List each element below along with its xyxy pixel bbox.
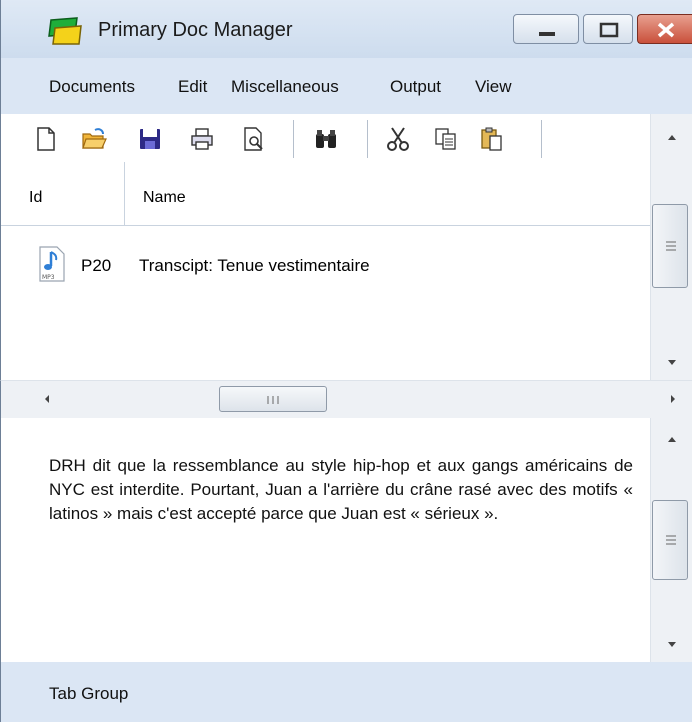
text-vertical-scrollbar[interactable] [650, 418, 692, 662]
main-window: Primary Doc Manager Documents Edit Misce… [0, 0, 692, 722]
table-vertical-scrollbar[interactable] [650, 114, 692, 380]
scroll-up-icon[interactable] [651, 120, 692, 150]
scrollbar-thumb[interactable] [652, 500, 688, 580]
scroll-left-icon[interactable] [37, 389, 57, 409]
table-horizontal-scrollbar[interactable] [0, 380, 692, 418]
scroll-right-icon[interactable] [663, 389, 683, 409]
scroll-up-icon[interactable] [651, 422, 692, 452]
maximize-icon [599, 22, 619, 38]
menu-output[interactable]: Output [390, 77, 441, 97]
column-header-id[interactable]: Id [1, 162, 125, 226]
menu-miscellaneous[interactable]: Miscellaneous [231, 77, 339, 97]
scroll-down-icon[interactable] [651, 630, 692, 660]
grip-icon [267, 396, 279, 404]
scrollbar-thumb[interactable] [219, 386, 327, 412]
menu-documents[interactable]: Documents [49, 77, 135, 97]
tab-group-bar: Tab Group [0, 662, 692, 722]
grip-icon [666, 535, 676, 545]
copy-icon[interactable] [433, 126, 459, 152]
column-header-label: Id [29, 189, 43, 206]
window-title: Primary Doc Manager [98, 19, 293, 41]
minimize-icon [539, 32, 555, 36]
document-text-panel[interactable]: DRH dit que la ressemblance au style hip… [0, 418, 651, 662]
document-table: Id Name MP3 P20 Transcipt: Tenue vestime… [0, 162, 651, 380]
open-folder-icon[interactable] [81, 126, 107, 152]
cell-id: P20 [81, 256, 112, 275]
menu-bar: Documents Edit Miscellaneous Output View [0, 58, 692, 114]
tab-group-label[interactable]: Tab Group [49, 684, 128, 704]
app-folder-icon [48, 17, 82, 45]
document-text: DRH dit que la ressemblance au style hip… [49, 456, 633, 523]
cut-icon[interactable] [385, 126, 411, 152]
toolbar-separator [367, 120, 368, 158]
close-icon [657, 22, 675, 38]
scroll-down-icon[interactable] [651, 348, 692, 378]
cell-name: Transcipt: Tenue vestimentaire [139, 256, 370, 275]
menu-edit[interactable]: Edit [178, 77, 207, 97]
minimize-button[interactable] [513, 14, 579, 44]
toolbar-separator [541, 120, 542, 158]
menu-view[interactable]: View [475, 77, 512, 97]
toolbar [0, 114, 651, 162]
scrollbar-thumb[interactable] [652, 204, 688, 288]
maximize-button[interactable] [583, 14, 633, 44]
print-preview-icon[interactable] [241, 126, 267, 152]
print-icon[interactable] [189, 126, 215, 152]
svg-text:MP3: MP3 [42, 274, 55, 281]
column-header-name[interactable]: Name [125, 162, 651, 226]
close-button[interactable] [637, 14, 692, 44]
find-icon[interactable] [313, 126, 339, 152]
column-header-label: Name [143, 189, 186, 206]
save-icon[interactable] [137, 126, 163, 152]
title-bar[interactable]: Primary Doc Manager [0, 0, 692, 59]
grip-icon [666, 241, 676, 251]
toolbar-separator [293, 120, 294, 158]
new-document-icon[interactable] [33, 126, 59, 152]
table-row[interactable]: MP3 P20 Transcipt: Tenue vestimentaire [1, 242, 651, 286]
mp3-file-icon: MP3 [39, 246, 65, 282]
paste-icon[interactable] [479, 126, 505, 152]
